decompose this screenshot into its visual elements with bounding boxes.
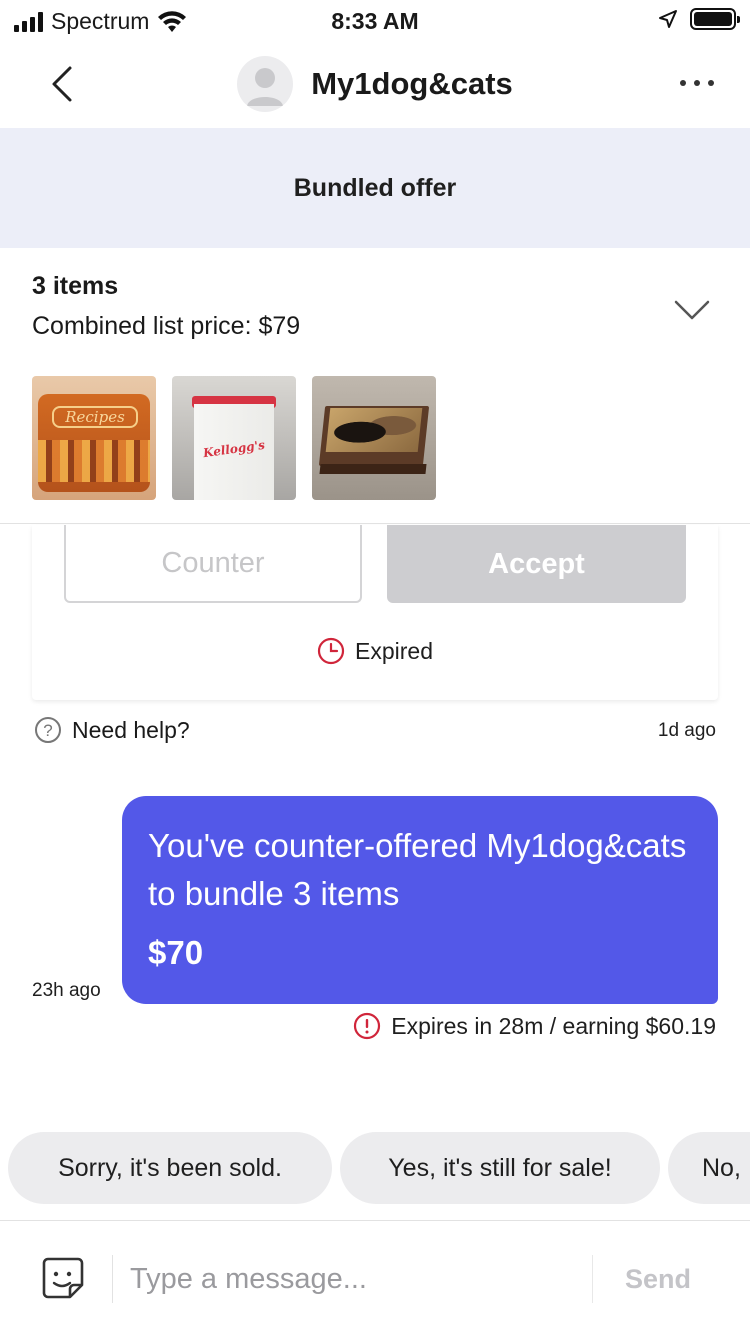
send-divider <box>592 1255 593 1303</box>
nav-bar: My1dog&cats <box>0 44 750 128</box>
counter-button[interactable]: Counter <box>64 525 362 603</box>
message-text: You've counter-offered My1dog&cats to bu… <box>148 827 687 912</box>
composer-divider <box>112 1255 113 1303</box>
bundle-items[interactable]: 3 items Combined list price: $79 Recipes… <box>0 248 750 524</box>
user-placeholder-icon <box>247 68 284 106</box>
chevron-down-icon[interactable] <box>674 300 710 320</box>
svg-text:?: ? <box>43 721 52 740</box>
conversation-header[interactable]: My1dog&cats <box>0 56 750 112</box>
sent-message-bubble[interactable]: You've counter-offered My1dog&cats to bu… <box>122 796 718 1004</box>
recipe-tin-photo[interactable]: Recipes <box>32 376 156 500</box>
offer-banner: Bundled offer <box>0 128 750 248</box>
question-icon: ? <box>35 717 61 743</box>
item-thumbnails: Recipes Kellogg's <box>32 376 436 500</box>
clock: 8:33 AM <box>331 8 419 34</box>
offer-card: Counter Accept Expired <box>32 525 718 700</box>
status-icons <box>658 8 740 30</box>
sent-timestamp: 23h ago <box>32 980 101 1001</box>
offer-expiry-label: Expires in 28m / earning $60.19 <box>391 1012 716 1039</box>
page-title: My1dog&cats <box>311 66 513 101</box>
need-help-label: Need help? <box>72 716 190 743</box>
offer-banner-title: Bundled offer <box>293 173 457 202</box>
offer-status: Expired <box>32 637 718 665</box>
quick-reply-for-sale[interactable]: Yes, it's still for sale! <box>340 1132 660 1204</box>
kelloggs-container-photo[interactable]: Kellogg's <box>172 376 296 500</box>
message-input[interactable] <box>130 1249 570 1309</box>
status-bar: Spectrum 8:33 AM <box>0 0 750 44</box>
battery-icon <box>690 8 740 30</box>
offer-status-label: Expired <box>355 637 433 664</box>
combined-price: Combined list price: $79 <box>32 312 301 340</box>
clock-icon <box>317 637 345 665</box>
need-help-link[interactable]: ? Need help? <box>34 716 190 744</box>
accept-button[interactable]: Accept <box>387 525 686 603</box>
offer-amount: $70 <box>148 934 204 971</box>
message-timestamp: 1d ago <box>657 720 716 741</box>
quick-reply-no[interactable]: No, <box>668 1132 750 1204</box>
items-count: 3 items <box>32 272 119 300</box>
sticker-icon[interactable] <box>40 1255 86 1301</box>
alert-icon <box>354 1012 381 1040</box>
offer-expiry: Expires in 28m / earning $60.19 <box>353 1012 716 1040</box>
more-icon[interactable] <box>680 80 714 86</box>
send-button[interactable]: Send <box>606 1249 710 1309</box>
location-arrow-icon <box>659 10 677 28</box>
quick-replies: Sorry, it's been sold. Yes, it's still f… <box>8 1132 750 1204</box>
message-composer: Send <box>0 1220 750 1334</box>
quick-reply-sold[interactable]: Sorry, it's been sold. <box>8 1132 332 1204</box>
recipe-tin-label: Recipes <box>52 406 138 428</box>
avatar[interactable] <box>237 56 294 112</box>
cat-box-photo[interactable] <box>312 376 436 500</box>
